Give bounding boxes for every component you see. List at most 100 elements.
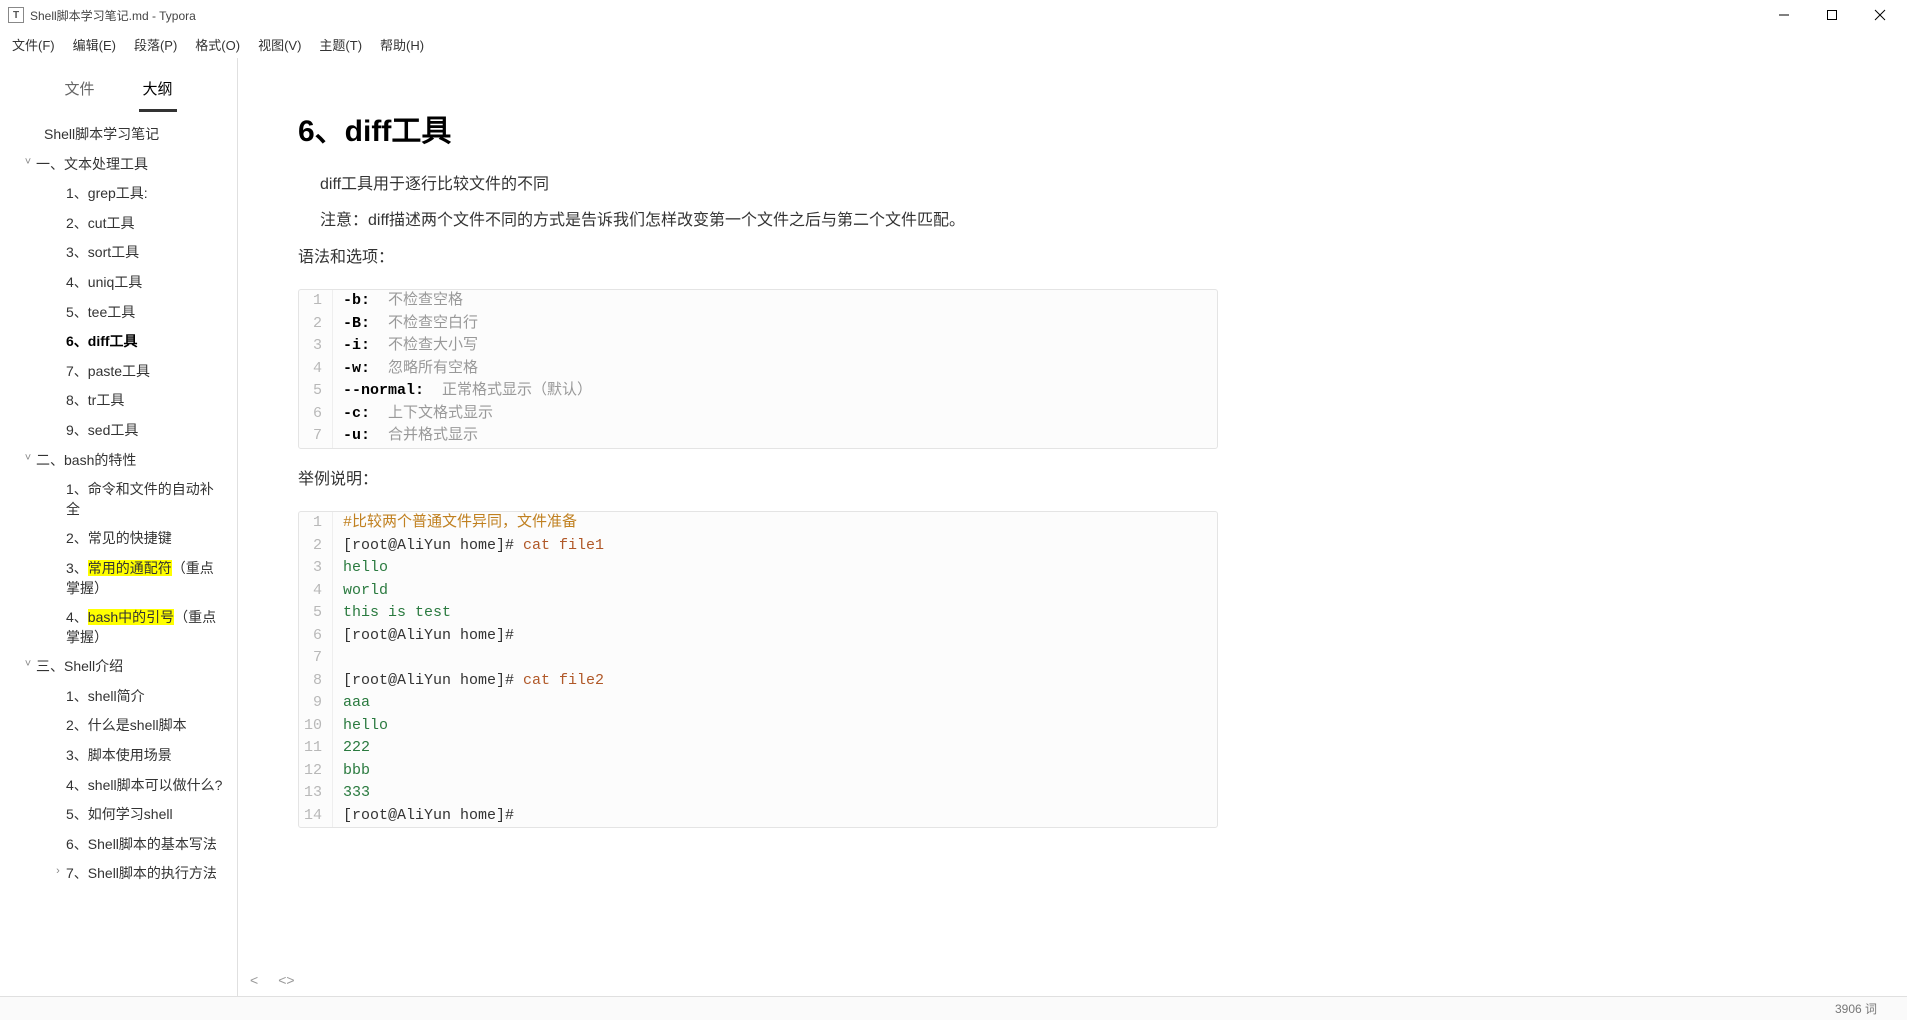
- outline-label: 3、sort工具: [66, 243, 227, 263]
- code-text: --normal: 正常格式显示（默认）: [333, 380, 592, 403]
- outline-item-0[interactable]: Shell脚本学习笔记: [0, 120, 231, 150]
- outline-item-7[interactable]: 6、diff工具: [0, 327, 231, 357]
- outline-label: 7、paste工具: [66, 362, 227, 382]
- outline-label: 8、tr工具: [66, 391, 227, 411]
- outline-item-16[interactable]: ˅三、Shell介绍: [0, 652, 231, 682]
- outline-item-12[interactable]: 1、命令和文件的自动补全: [0, 475, 231, 524]
- code-line: 2[root@AliYun home]# cat file1: [299, 535, 1217, 558]
- code-line: 3hello: [299, 557, 1217, 580]
- code-text: aaa: [333, 692, 370, 715]
- line-number: 3: [299, 335, 333, 358]
- code-text: #比较两个普通文件异同，文件准备: [333, 512, 577, 535]
- menu-item-2[interactable]: 段落(P): [126, 32, 185, 57]
- code-text: [333, 647, 352, 670]
- line-number: 10: [299, 715, 333, 738]
- outline-item-13[interactable]: 2、常见的快捷键: [0, 524, 231, 554]
- outline-item-23[interactable]: ›7、Shell脚本的执行方法: [0, 859, 231, 889]
- menu-item-6[interactable]: 帮助(H): [372, 32, 432, 57]
- line-number: 2: [299, 313, 333, 336]
- outline-item-15[interactable]: 4、bash中的引号（重点掌握）: [0, 603, 231, 652]
- line-number: 3: [299, 557, 333, 580]
- outline-label: 4、shell脚本可以做什么?: [66, 776, 227, 796]
- sidebar-tabs: 文件 大纲: [0, 58, 237, 112]
- code-line: 6-c: 上下文格式显示: [299, 403, 1217, 426]
- code-line: 9aaa: [299, 692, 1217, 715]
- outline-label: 2、cut工具: [66, 214, 227, 234]
- doc-intro-2: 注意：diff描述两个文件不同的方式是告诉我们怎样改变第一个文件之后与第二个文件…: [298, 206, 1218, 236]
- code-text: world: [333, 580, 388, 603]
- menu-item-3[interactable]: 格式(O): [187, 32, 248, 57]
- editor-footer-tools: < <>: [246, 970, 299, 990]
- outline-label: 2、常见的快捷键: [66, 529, 227, 549]
- code-line: 6[root@AliYun home]#: [299, 625, 1217, 648]
- line-number: 6: [299, 625, 333, 648]
- line-number: 1: [299, 290, 333, 313]
- outline-item-17[interactable]: 1、shell简介: [0, 682, 231, 712]
- code-text: -b: 不检查空格: [333, 290, 463, 313]
- menu-item-4[interactable]: 视图(V): [250, 32, 309, 57]
- doc-example-label: 举例说明：: [298, 465, 1218, 495]
- window-title: Shell脚本学习笔记.md - Typora: [30, 7, 196, 24]
- statusbar: 3906 词: [0, 996, 1907, 1020]
- outline-highlight: bash中的引号: [88, 609, 174, 625]
- outline-item-14[interactable]: 3、常用的通配符（重点掌握）: [0, 554, 231, 603]
- minimize-button[interactable]: [1769, 3, 1799, 27]
- outline-tree[interactable]: Shell脚本学习笔记 ˅一、文本处理工具1、grep工具: 2、cut工具 3、so…: [0, 112, 237, 996]
- outline-item-4[interactable]: 3、sort工具: [0, 238, 231, 268]
- outline-item-22[interactable]: 6、Shell脚本的基本写法: [0, 830, 231, 860]
- line-number: 4: [299, 580, 333, 603]
- outline-item-10[interactable]: 9、sed工具: [0, 416, 231, 446]
- chevron-toggle-icon[interactable]: ›: [50, 864, 66, 879]
- doc-syntax-label: 语法和选项：: [298, 243, 1218, 273]
- outline-label: 7、Shell脚本的执行方法: [66, 864, 227, 884]
- menu-item-0[interactable]: 文件(F): [4, 32, 63, 57]
- outline-highlight: 常用的通配符: [88, 560, 172, 576]
- line-number: 2: [299, 535, 333, 558]
- line-number: 4: [299, 358, 333, 381]
- outline-item-2[interactable]: 1、grep工具:: [0, 179, 231, 209]
- code-text: this is test: [333, 602, 451, 625]
- outline-item-11[interactable]: ˅二、bash的特性: [0, 446, 231, 476]
- editor-area[interactable]: 6、diff工具 diff工具用于逐行比较文件的不同 注意：diff描述两个文件…: [238, 58, 1907, 996]
- word-count[interactable]: 3906 词: [1835, 1000, 1877, 1017]
- code-text: [root@AliYun home]#: [333, 805, 523, 828]
- menu-item-1[interactable]: 编辑(E): [65, 32, 124, 57]
- code-block-example: 1#比较两个普通文件异同，文件准备2[root@AliYun home]# ca…: [298, 511, 1218, 828]
- code-text: [root@AliYun home]#: [333, 625, 523, 648]
- menu-item-5[interactable]: 主题(T): [311, 32, 370, 57]
- code-text: 333: [333, 782, 370, 805]
- code-line: 2-B: 不检查空白行: [299, 313, 1217, 336]
- tab-outline[interactable]: 大纲: [139, 70, 177, 112]
- code-line: 5--normal: 正常格式显示（默认）: [299, 380, 1217, 403]
- sidebar-toggle-icon[interactable]: <: [246, 970, 262, 990]
- maximize-button[interactable]: [1817, 3, 1847, 27]
- close-button[interactable]: [1865, 3, 1895, 27]
- code-line: 4world: [299, 580, 1217, 603]
- code-line: 1-b: 不检查空格: [299, 290, 1217, 313]
- code-text: [root@AliYun home]# cat file1: [333, 535, 604, 558]
- outline-label: Shell脚本学习笔记: [44, 125, 227, 145]
- outline-item-19[interactable]: 3、脚本使用场景: [0, 741, 231, 771]
- outline-item-6[interactable]: 5、tee工具: [0, 298, 231, 328]
- code-text: 222: [333, 737, 370, 760]
- source-mode-icon[interactable]: <>: [274, 970, 298, 990]
- outline-label: 1、命令和文件的自动补全: [66, 480, 227, 519]
- tab-files[interactable]: 文件: [60, 70, 98, 112]
- outline-item-8[interactable]: 7、paste工具: [0, 357, 231, 387]
- outline-item-9[interactable]: 8、tr工具: [0, 386, 231, 416]
- outline-item-5[interactable]: 4、uniq工具: [0, 268, 231, 298]
- code-line: 3-i: 不检查大小写: [299, 335, 1217, 358]
- code-line: 7-u: 合并格式显示: [299, 425, 1217, 448]
- outline-item-21[interactable]: 5、如何学习shell: [0, 800, 231, 830]
- outline-item-18[interactable]: 2、什么是shell脚本: [0, 711, 231, 741]
- outline-item-1[interactable]: ˅一、文本处理工具: [0, 150, 231, 180]
- chevron-toggle-icon[interactable]: ˅: [20, 451, 36, 466]
- outline-item-20[interactable]: 4、shell脚本可以做什么?: [0, 771, 231, 801]
- chevron-toggle-icon[interactable]: ˅: [20, 657, 36, 672]
- outline-item-3[interactable]: 2、cut工具: [0, 209, 231, 239]
- outline-label: 9、sed工具: [66, 421, 227, 441]
- line-number: 7: [299, 425, 333, 448]
- outline-label: 2、什么是shell脚本: [66, 716, 227, 736]
- code-line: 14[root@AliYun home]#: [299, 805, 1217, 828]
- chevron-toggle-icon[interactable]: ˅: [20, 155, 36, 170]
